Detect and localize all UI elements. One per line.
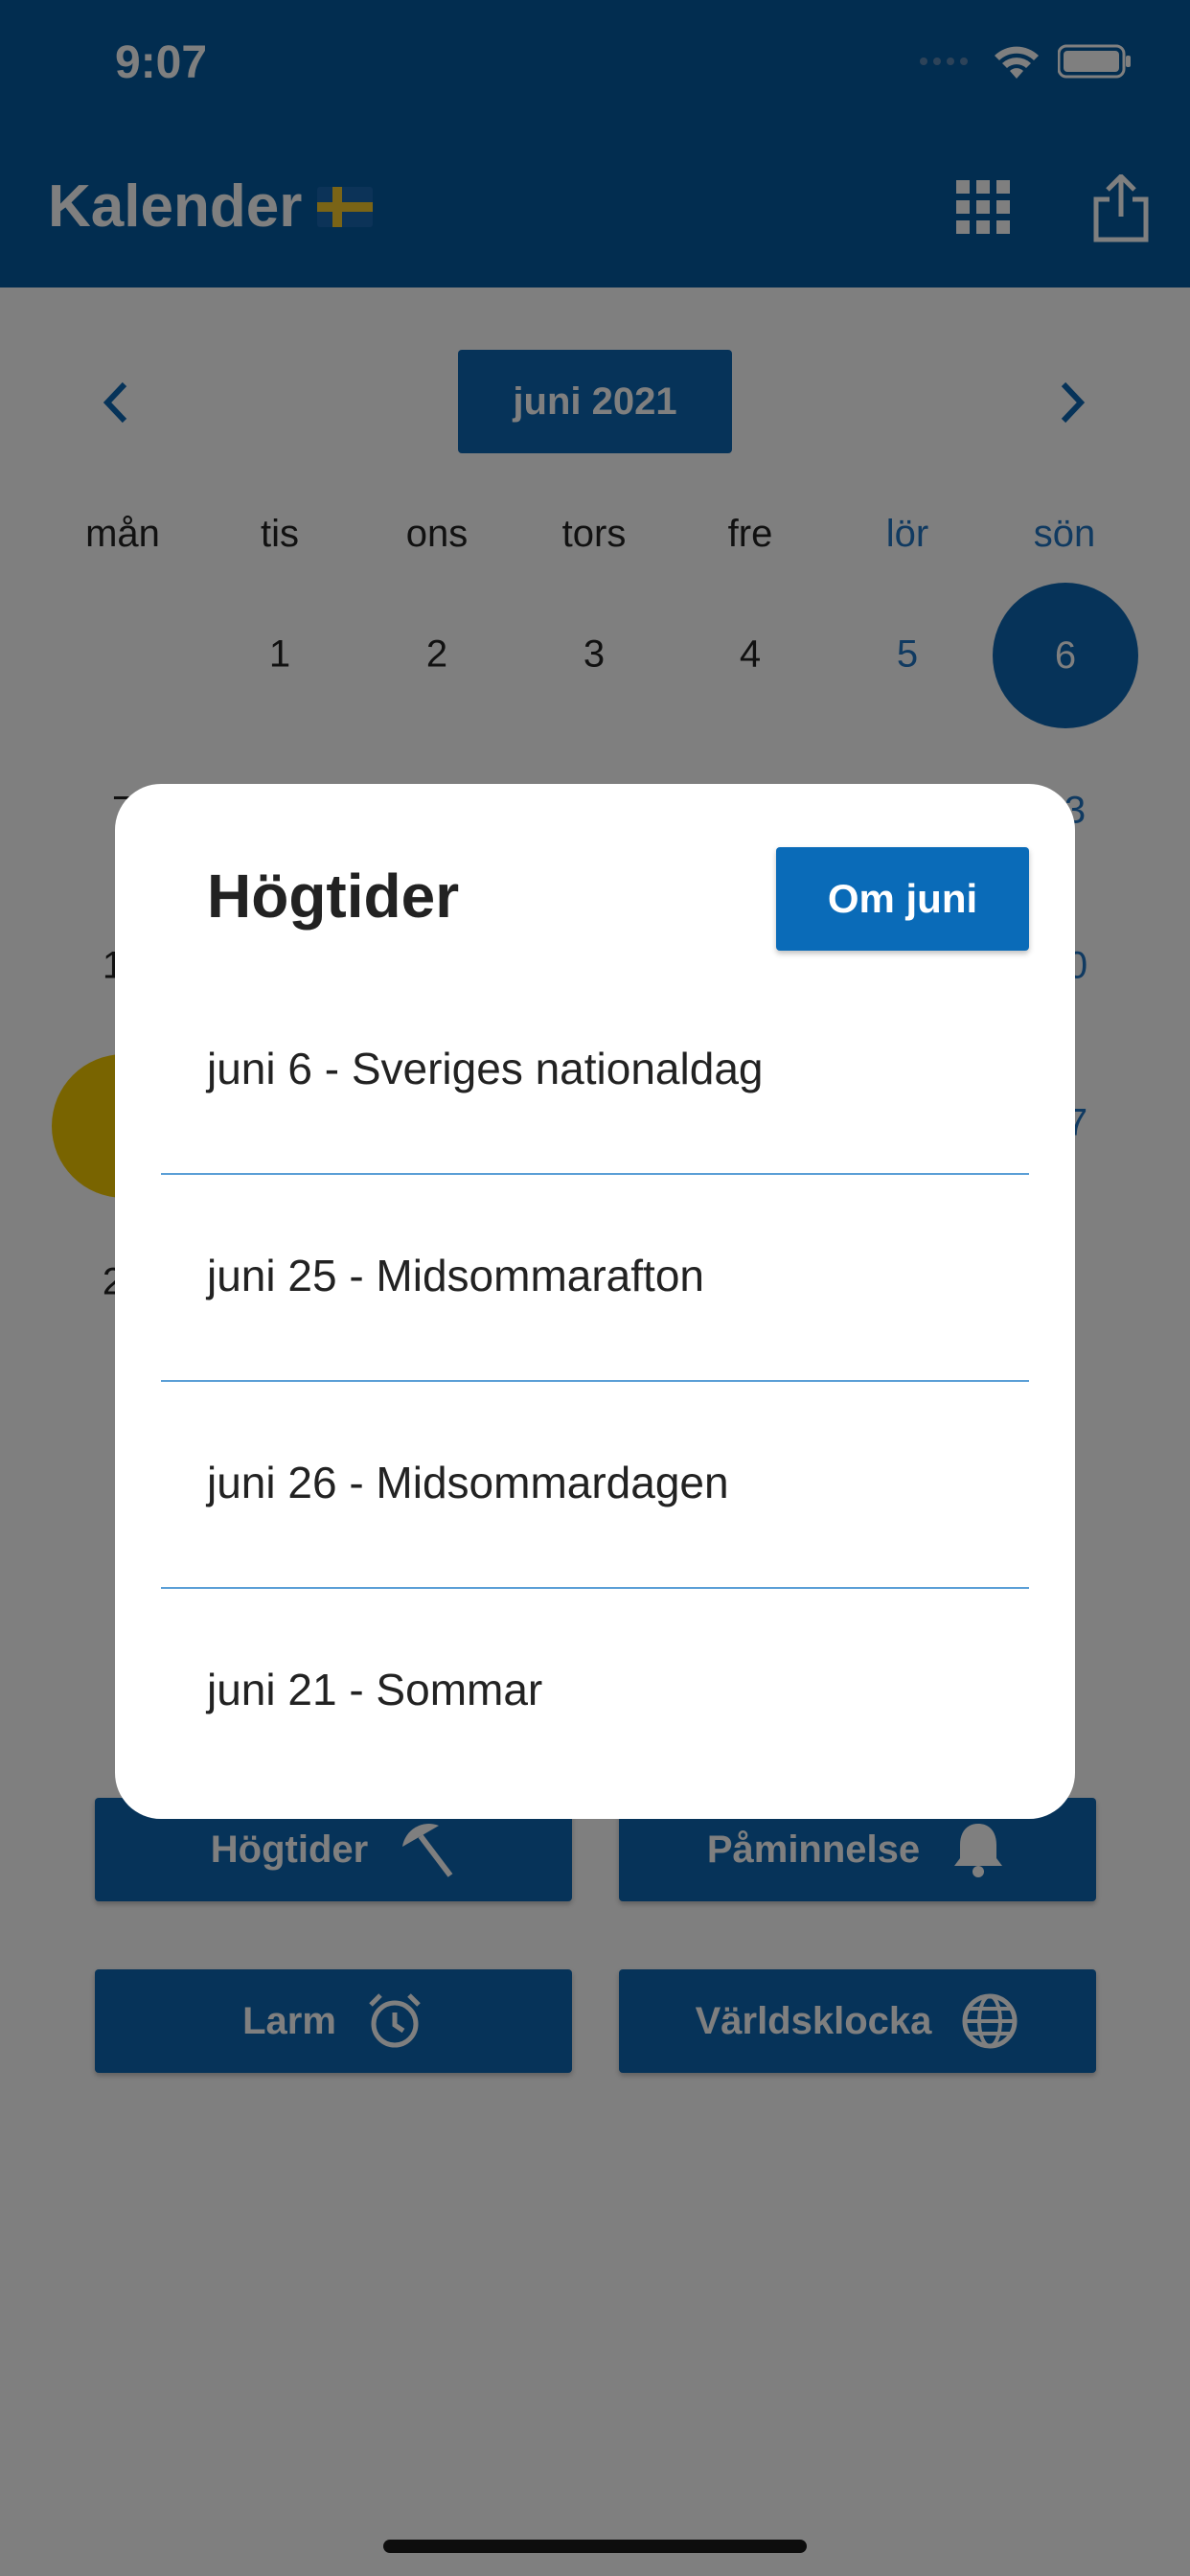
holiday-item[interactable]: juni 21 - Sommar bbox=[161, 1589, 1029, 1796]
modal-title: Högtider bbox=[207, 862, 460, 931]
holiday-label: juni 25 - Midsommarafton bbox=[207, 1251, 704, 1300]
about-month-button[interactable]: Om juni bbox=[776, 847, 1029, 951]
holiday-label: juni 21 - Sommar bbox=[207, 1665, 543, 1714]
holiday-item[interactable]: juni 25 - Midsommarafton bbox=[161, 1175, 1029, 1382]
holiday-item[interactable]: juni 6 - Sveriges nationaldag bbox=[161, 968, 1029, 1175]
holiday-label: juni 26 - Midsommardagen bbox=[207, 1458, 729, 1507]
holidays-modal: Högtider Om juni juni 6 - Sveriges natio… bbox=[115, 784, 1075, 1819]
holiday-label: juni 6 - Sveriges nationaldag bbox=[207, 1044, 764, 1093]
holiday-item[interactable]: juni 26 - Midsommardagen bbox=[161, 1382, 1029, 1589]
